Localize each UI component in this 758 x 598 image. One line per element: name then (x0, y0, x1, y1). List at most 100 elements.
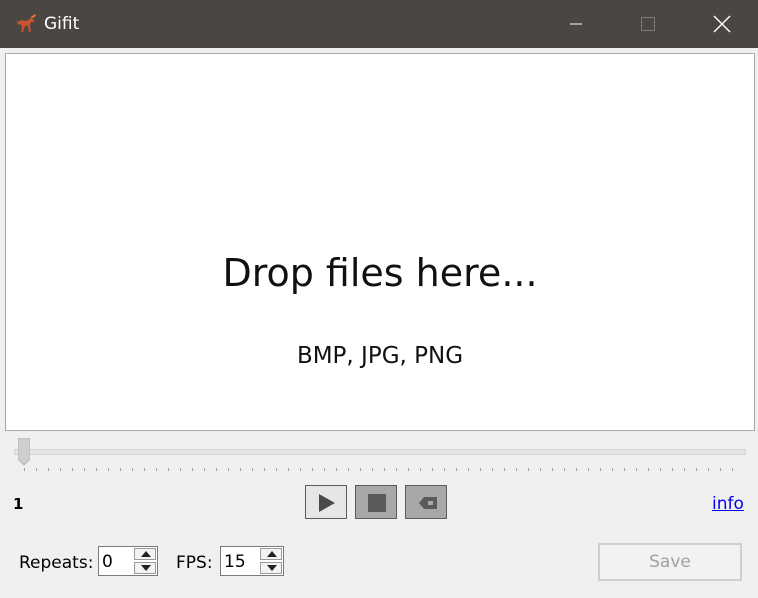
minimize-icon (570, 23, 582, 25)
slider-tick (348, 468, 349, 471)
repeats-input[interactable] (102, 552, 130, 572)
repeats-spinner-arrows (134, 548, 156, 574)
slider-tick (708, 468, 709, 471)
window-title: Gifit (44, 14, 80, 34)
arrow-down-icon (267, 565, 277, 571)
frame-slider[interactable] (14, 438, 746, 478)
slider-tick (408, 468, 409, 471)
arrow-up-icon (141, 551, 151, 557)
slider-tick (492, 468, 493, 471)
slider-tick (336, 468, 337, 471)
maximize-button[interactable] (612, 0, 684, 48)
slider-tick (168, 468, 169, 471)
slider-tick (480, 468, 481, 471)
slider-tick (528, 468, 529, 471)
slider-tick (564, 468, 565, 471)
slider-tick (180, 468, 181, 471)
slider-tick (444, 468, 445, 471)
fps-increment-button[interactable] (260, 548, 282, 560)
slider-tick (300, 468, 301, 471)
slider-tick (672, 468, 673, 471)
fps-spinner-arrows (260, 548, 282, 574)
repeats-increment-button[interactable] (134, 548, 156, 560)
fps-label: FPS: (176, 553, 213, 573)
slider-tick (732, 468, 733, 471)
slider-tick (36, 468, 37, 471)
slider-tick (468, 468, 469, 471)
rewind-icon (419, 497, 437, 509)
slider-tick (240, 468, 241, 471)
slider-tick (72, 468, 73, 471)
slider-tick (420, 468, 421, 471)
slider-tick (288, 468, 289, 471)
slider-tick (324, 468, 325, 471)
slider-tick (48, 468, 49, 471)
slider-tick (60, 468, 61, 471)
slider-tick (612, 468, 613, 471)
slider-tick (588, 468, 589, 471)
slider-tick (660, 468, 661, 471)
close-icon (713, 15, 731, 33)
repeats-decrement-button[interactable] (134, 562, 156, 574)
play-button[interactable] (305, 485, 347, 519)
slider-tick (720, 468, 721, 471)
slider-tick (540, 468, 541, 471)
supported-formats: BMP, JPG, PNG (296, 343, 464, 369)
slider-tick (252, 468, 253, 471)
minimize-button[interactable] (540, 0, 612, 48)
fps-spinner[interactable] (220, 546, 284, 576)
slider-tick (312, 468, 313, 471)
slider-tick (648, 468, 649, 471)
slider-tick (144, 468, 145, 471)
slider-tick (276, 468, 277, 471)
slider-tick (396, 468, 397, 471)
repeats-spinner[interactable] (98, 546, 158, 576)
maximize-icon (641, 17, 655, 31)
slider-tick (684, 468, 685, 471)
slider-tick (552, 468, 553, 471)
slider-tick (696, 468, 697, 471)
slider-tick (456, 468, 457, 471)
rewind-button[interactable] (405, 485, 447, 519)
arrow-up-icon (267, 551, 277, 557)
slider-tick (372, 468, 373, 471)
slider-tick (192, 468, 193, 471)
slider-thumb[interactable] (18, 438, 30, 466)
arrow-down-icon (141, 565, 151, 571)
slider-tick (216, 468, 217, 471)
slider-tick (24, 468, 25, 471)
slider-tick (384, 468, 385, 471)
gifit-app-icon (14, 12, 38, 36)
slider-ticks (24, 468, 733, 471)
slider-tick (84, 468, 85, 471)
slider-tick (360, 468, 361, 471)
play-icon (319, 494, 335, 512)
slider-tick (228, 468, 229, 471)
slider-tick (432, 468, 433, 471)
slider-tick (108, 468, 109, 471)
fps-input[interactable] (224, 552, 252, 572)
fps-decrement-button[interactable] (260, 562, 282, 574)
slider-tick (96, 468, 97, 471)
slider-tick (636, 468, 637, 471)
stop-button[interactable] (355, 485, 397, 519)
slider-tick (264, 468, 265, 471)
slider-tick (576, 468, 577, 471)
close-button[interactable] (686, 0, 758, 48)
slider-tick (132, 468, 133, 471)
slider-tick (156, 468, 157, 471)
repeats-label: Repeats: (19, 553, 94, 573)
slider-tick (516, 468, 517, 471)
save-button[interactable]: Save (598, 543, 742, 581)
slider-tick (120, 468, 121, 471)
drop-zone[interactable]: Drop files here... BMP, JPG, PNG (5, 53, 755, 431)
stop-icon (368, 494, 386, 512)
slider-tick (624, 468, 625, 471)
info-link[interactable]: info (712, 494, 744, 514)
slider-track (14, 449, 746, 455)
title-bar[interactable]: Gifit (0, 0, 758, 48)
slider-tick (504, 468, 505, 471)
slider-tick (204, 468, 205, 471)
slider-tick (600, 468, 601, 471)
drop-zone-title: Drop files here... (222, 251, 538, 295)
